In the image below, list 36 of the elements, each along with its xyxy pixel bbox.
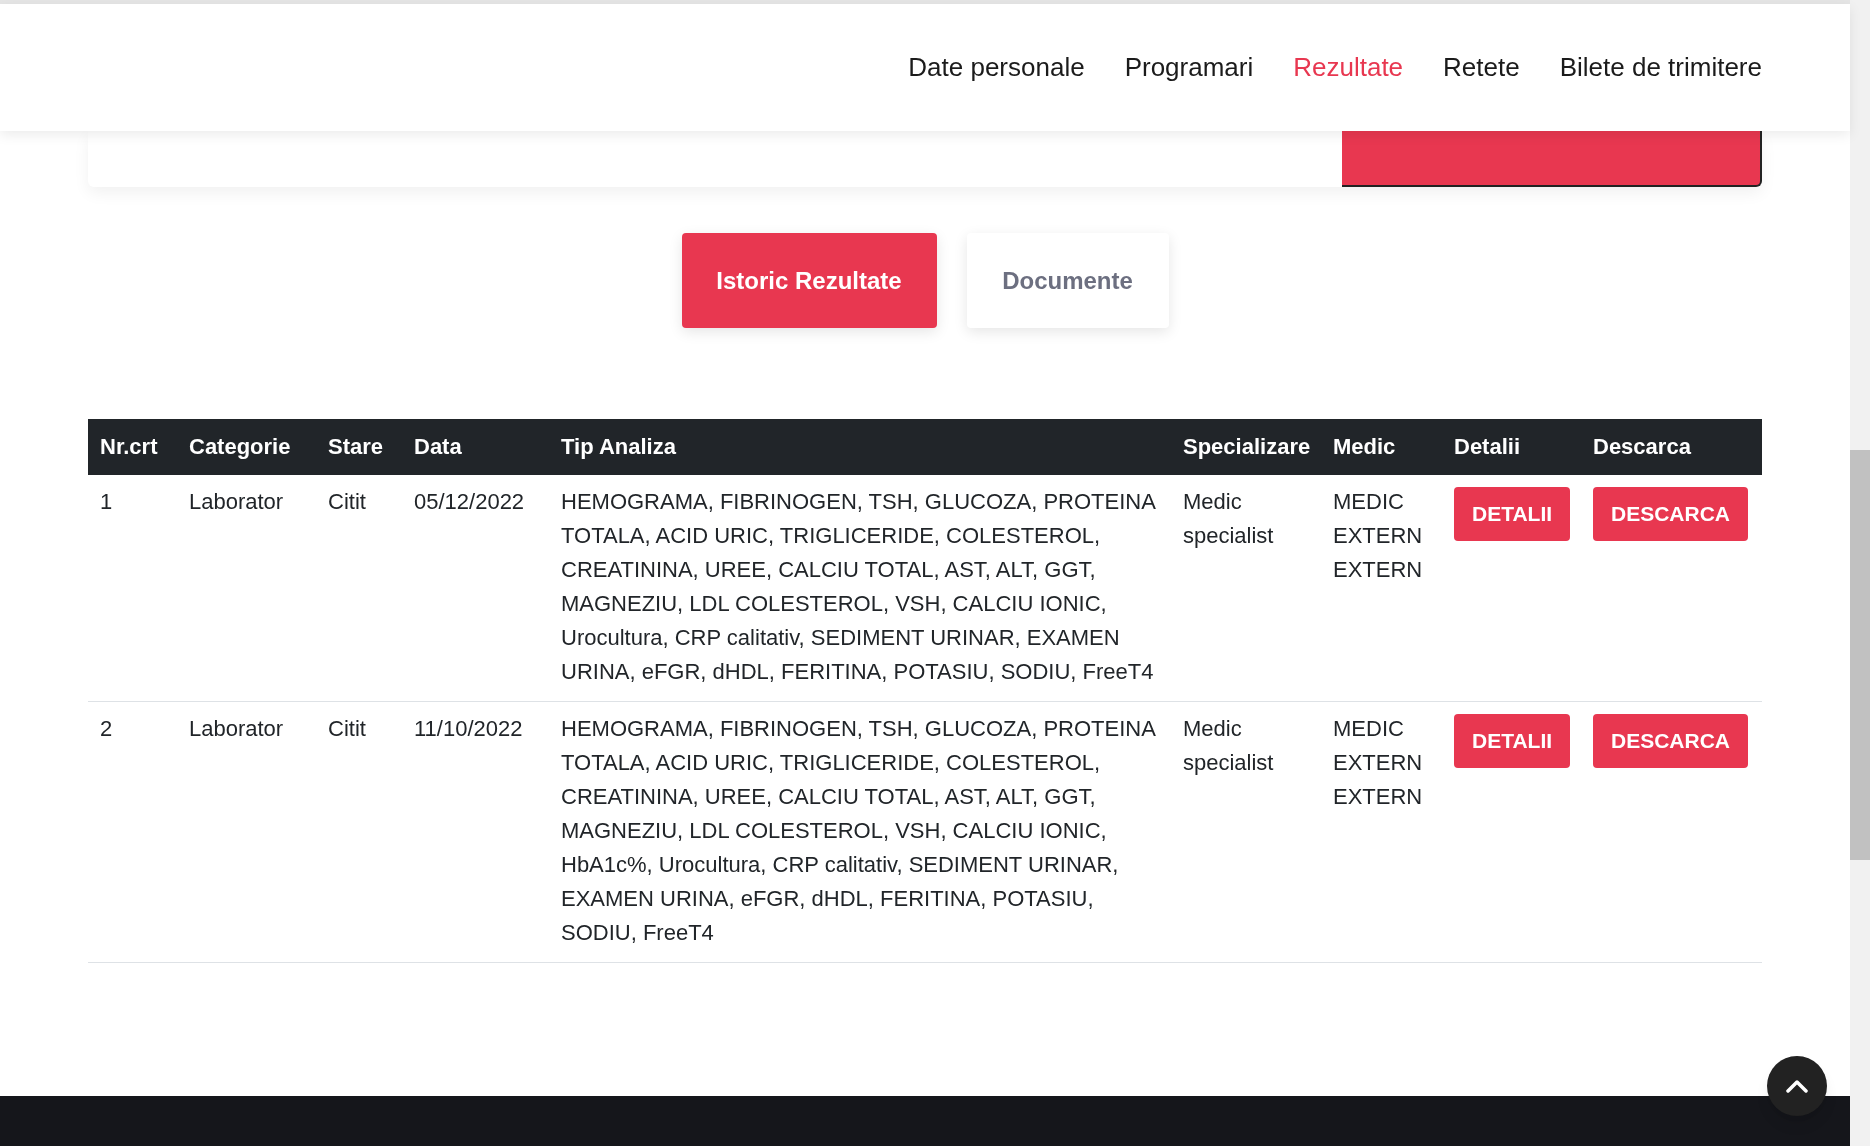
table-cell: Medic specialist: [1183, 489, 1274, 548]
table-cell: 2: [100, 716, 113, 741]
table-cell: HEMOGRAMA, FIBRINOGEN, TSH, GLUCOZA, PROTEINA TOTALA, ACID URIC, TRIGLICERIDE, COLESTEROL, CREATININA, UREE, CALCIU TOTAL, AST, ALT, GGT, MAGNEZIU, LDL COLESTEROL, VSH, CALCIU IONIC, HbA1c%, Urocultura, CRP calitativ, SEDIMENT URINAR, EXAMEN URINA, eFGR, dHDL, FERITINA, POTASIU, SODIU, FreeT4: [561, 716, 1155, 945]
nav-link[interactable]: Programari: [1124, 48, 1254, 87]
table-cell: Medic specialist: [1183, 716, 1274, 775]
column-header: Tip Analiza: [549, 419, 1171, 475]
scrollbar[interactable]: [1850, 0, 1870, 1146]
table-cell: Laborator: [189, 489, 284, 514]
column-header: Data: [402, 419, 549, 475]
tab-button[interactable]: Documente: [966, 233, 1169, 328]
table-cell: Citit: [328, 489, 366, 514]
column-header: Descarca: [1581, 419, 1762, 475]
nav-link[interactable]: Retete: [1443, 48, 1520, 87]
column-header: Nr.crt: [88, 419, 177, 475]
table-cell: Laborator: [189, 716, 284, 741]
table-cell: Citit: [328, 716, 366, 741]
download-button[interactable]: DESCARCA: [1593, 487, 1748, 541]
tab-button[interactable]: Istoric Rezultate: [681, 233, 937, 328]
table-cell: MEDIC EXTERN EXTERN: [1333, 489, 1423, 582]
nav-link[interactable]: Rezultate: [1293, 48, 1404, 87]
column-header: Specializare: [1171, 419, 1321, 475]
chevron-up-icon: [1786, 1079, 1808, 1093]
table-cell: 11/10/2022: [414, 716, 523, 741]
details-button[interactable]: DETALII: [1454, 714, 1571, 768]
details-button[interactable]: DETALII: [1454, 487, 1571, 541]
table-cell: 1: [100, 489, 113, 514]
column-header: Categorie: [177, 419, 316, 475]
column-header: Detalii: [1442, 419, 1581, 475]
table-cell: 05/12/2022: [414, 489, 525, 514]
nav-link[interactable]: Bilete de trimitere: [1559, 48, 1762, 87]
table-cell: MEDIC EXTERN EXTERN: [1333, 716, 1423, 809]
table-cell: HEMOGRAMA, FIBRINOGEN, TSH, GLUCOZA, PROTEINA TOTALA, ACID URIC, TRIGLICERIDE, COLESTEROL, CREATININA, UREE, CALCIU TOTAL, AST, ALT, GGT, MAGNEZIU, LDL COLESTEROL, VSH, CALCIU IONIC, Urocultura, CRP calitativ, SEDIMENT URINAR, EXAMEN URINA, eFGR, dHDL, FERITINA, POTASIU, SODIU, FreeT4: [561, 489, 1155, 684]
column-header: Stare: [316, 419, 402, 475]
nav-link[interactable]: Date personale: [908, 48, 1085, 87]
column-header: Medic: [1321, 419, 1442, 475]
download-button[interactable]: DESCARCA: [1593, 714, 1748, 768]
